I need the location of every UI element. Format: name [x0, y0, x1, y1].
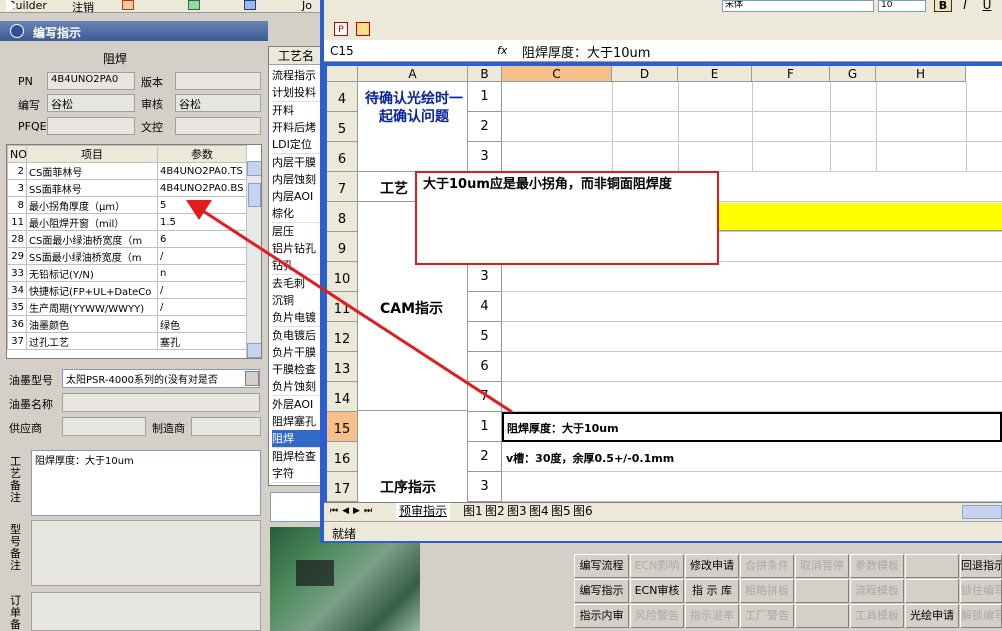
red-arrowhead-icon — [186, 200, 212, 220]
red-arrow-annotation — [186, 200, 513, 414]
red-arrow-line — [199, 207, 513, 414]
